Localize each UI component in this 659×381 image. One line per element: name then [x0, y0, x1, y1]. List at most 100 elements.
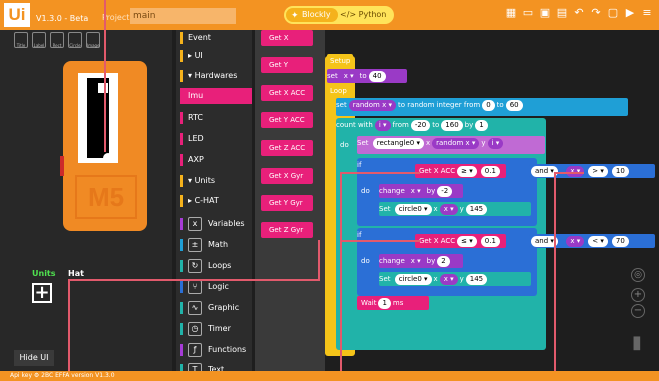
undo-icon[interactable]: ↶	[573, 7, 585, 19]
play-icon[interactable]: ▶	[624, 7, 636, 19]
value-input[interactable]: 1	[378, 298, 391, 309]
and-block[interactable]: and ▾ x ▾ < ▾ 70	[529, 234, 655, 248]
category-units[interactable]: ▾ Units	[180, 173, 215, 189]
value-input[interactable]: 60	[505, 100, 523, 111]
var-dropdown[interactable]: random x ▾	[348, 100, 396, 111]
mode-blockly-button[interactable]: ✦ Blockly	[286, 8, 338, 22]
tab-units[interactable]: Units	[32, 269, 56, 278]
block-get-y[interactable]: Get Y	[261, 57, 313, 73]
value-input[interactable]: 145	[465, 204, 488, 215]
category-timer[interactable]: ◷ Timer	[180, 321, 231, 337]
zoom-out-icon[interactable]: −	[631, 304, 645, 318]
category-functions[interactable]: ƒ Functions	[180, 342, 246, 358]
category-axp[interactable]: AXP	[180, 152, 204, 168]
var-dropdown[interactable]: i ▾	[374, 120, 391, 131]
object-dropdown[interactable]: circle0 ▾	[394, 274, 432, 285]
set-random-block[interactable]: set random x ▾ to random integer from 0 to 60	[336, 98, 628, 116]
set-rectangle-block[interactable]: Set rectangle0 ▾ x random x ▾ y i ▾	[357, 136, 545, 154]
block-get-z-gyr[interactable]: Get Z Gyr	[261, 222, 313, 238]
category-color-bar	[180, 50, 183, 62]
block-get-x-acc[interactable]: Get X ACC	[261, 85, 313, 101]
block-get-y-gyr[interactable]: Get Y Gyr	[261, 195, 313, 211]
get-x-acc-block[interactable]: Get X ACC ≥ ▾ 0.1	[415, 164, 506, 178]
value-input[interactable]: 1	[475, 120, 488, 131]
var-dropdown[interactable]: random x ▾	[432, 138, 480, 149]
export-icon[interactable]: ▤	[556, 7, 568, 19]
block-get-z-acc[interactable]: Get Z ACC	[261, 140, 313, 156]
tool-image[interactable]: Image	[86, 32, 100, 48]
category-led[interactable]: LED	[180, 131, 204, 147]
operator-dropdown[interactable]: < ▾	[588, 236, 608, 247]
tool-circle[interactable]: Circle	[68, 32, 82, 48]
category-imu[interactable]: Imu	[180, 88, 252, 104]
category-ui[interactable]: ▸ UI	[180, 48, 203, 64]
value-input[interactable]: -2	[437, 186, 453, 197]
mode-switch[interactable]: ✦ Blockly </> Python	[284, 6, 394, 24]
annotation-line	[68, 279, 70, 381]
operator-dropdown[interactable]: ≥ ▾	[457, 166, 477, 177]
category-hardwares[interactable]: ▾ Hardwares	[180, 68, 237, 84]
device-screen[interactable]	[78, 73, 118, 163]
chat-icon[interactable]: ▭	[522, 7, 534, 19]
set-circle-block-2[interactable]: Set circle0 ▾ x x ▾ y 145	[379, 272, 531, 286]
var-dropdown[interactable]: x ▾	[439, 274, 458, 285]
value-input[interactable]: 0.1	[480, 236, 500, 247]
category-logic[interactable]: ⑂ Logic	[180, 279, 229, 295]
var-dropdown[interactable]: x ▾	[566, 236, 585, 247]
block-get-x-gyr[interactable]: Get X Gyr	[261, 168, 313, 184]
category-variables[interactable]: x Variables	[180, 216, 245, 232]
and-block[interactable]: and ▾ x ▾ > ▾ 10	[529, 164, 655, 178]
hide-ui-button[interactable]: Hide UI	[14, 350, 54, 366]
var-dropdown[interactable]: x ▾	[339, 71, 358, 82]
change-x-block-1[interactable]: change x ▾ by -2	[379, 184, 463, 198]
download-icon[interactable]: ▢	[607, 7, 619, 19]
project-name-input[interactable]: main	[130, 8, 236, 24]
operator-dropdown[interactable]: > ▾	[588, 166, 608, 177]
var-dropdown[interactable]: x ▾	[406, 256, 425, 267]
change-x-block-2[interactable]: change x ▾ by 2	[379, 254, 463, 268]
value-input[interactable]: -20	[410, 120, 431, 131]
get-x-acc-block[interactable]: Get X ACC ≤ ▾ 0.1	[415, 234, 506, 248]
zoom-center-icon[interactable]: ◎	[631, 268, 645, 282]
var-dropdown[interactable]: x ▾	[406, 186, 425, 197]
annotation-line	[554, 172, 556, 381]
trash-icon[interactable]: ▮	[628, 332, 646, 354]
category-graphic[interactable]: ∿ Graphic	[180, 300, 239, 316]
value-input[interactable]: 70	[611, 236, 629, 247]
object-dropdown[interactable]: circle0 ▾	[394, 204, 432, 215]
blocks-icon[interactable]: ▦	[505, 7, 517, 19]
tool-label[interactable]: Label	[32, 32, 46, 48]
value-input[interactable]: 160	[441, 120, 463, 131]
menu-icon[interactable]: ≡	[641, 7, 653, 19]
category-rtc[interactable]: RTC	[180, 110, 203, 126]
category-loops[interactable]: ↻ Loops	[180, 258, 231, 274]
block-get-x[interactable]: Get X	[261, 30, 313, 46]
block-get-y-acc[interactable]: Get Y ACC	[261, 112, 313, 128]
operator-dropdown[interactable]: ≤ ▾	[457, 236, 477, 247]
tool-rect[interactable]: Rect	[50, 32, 64, 48]
set-x-block[interactable]: set x ▾ to 40	[327, 69, 407, 83]
blockly-workspace[interactable]: Setup set x ▾ to 40 Loop set random x ▾ to ra…	[325, 30, 659, 371]
tab-hat[interactable]: Hat	[68, 269, 84, 278]
circle0[interactable]	[103, 153, 113, 163]
value-input[interactable]: 0	[482, 100, 495, 111]
redo-icon[interactable]: ↷	[590, 7, 602, 19]
category-math[interactable]: ± Math	[180, 237, 228, 253]
var-dropdown[interactable]: i ▾	[487, 138, 504, 149]
value-input[interactable]: 40	[368, 71, 386, 82]
category-c-hat[interactable]: ▸ C-HAT	[180, 193, 219, 209]
save-icon[interactable]: ▣	[539, 7, 551, 19]
value-input[interactable]: 145	[465, 274, 488, 285]
mode-python-button[interactable]: </> Python	[340, 8, 392, 22]
zoom-in-icon[interactable]: +	[631, 288, 645, 302]
value-input[interactable]: 10	[611, 166, 629, 177]
tool-title[interactable]: Title	[14, 32, 28, 48]
add-unit-button[interactable]: +	[32, 283, 52, 303]
set-circle-block-1[interactable]: Set circle0 ▾ x x ▾ y 145	[379, 202, 531, 216]
value-input[interactable]: 2	[437, 256, 450, 267]
wait-block[interactable]: Wait 1 ms	[357, 296, 429, 310]
var-dropdown[interactable]: x ▾	[439, 204, 458, 215]
value-input[interactable]: 0.1	[480, 166, 500, 177]
object-dropdown[interactable]: rectangle0 ▾	[372, 138, 424, 149]
category-event[interactable]: Event	[180, 30, 211, 46]
